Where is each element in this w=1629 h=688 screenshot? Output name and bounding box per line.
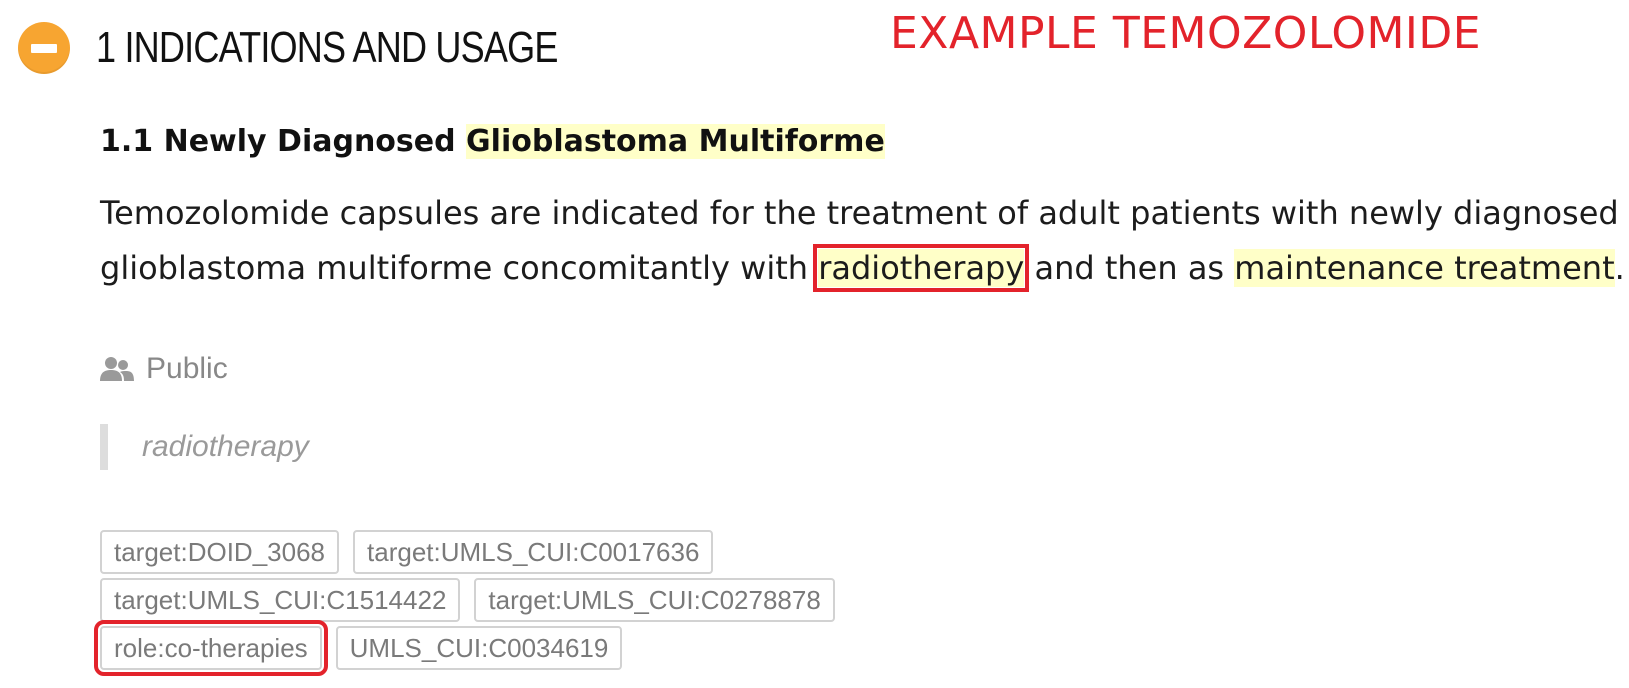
tag-role-co-therapies[interactable]: role:co-therapies	[94, 620, 328, 676]
tag-row: role:co-therapies UMLS_CUI:C0034619	[94, 620, 900, 676]
highlight-maintenance-treatment[interactable]: maintenance treatment	[1234, 249, 1615, 287]
paragraph-line-2: glioblastoma multiforme concomitantly wi…	[100, 241, 1625, 296]
paragraph-line-2-end: .	[1614, 249, 1625, 287]
quote-text: radiotherapy	[142, 430, 309, 463]
tag-target-umls-c1514422[interactable]: target:UMLS_CUI:C1514422	[100, 578, 461, 622]
annotation-tags: target:DOID_3068 target:UMLS_CUI:C001763…	[94, 530, 900, 676]
users-icon	[100, 355, 134, 383]
paragraph-line-2-middle: and then as	[1024, 249, 1235, 287]
subsection-title: 1.1 Newly Diagnosed Glioblastoma Multifo…	[100, 124, 885, 159]
annotation-visibility: Public	[100, 352, 228, 386]
tag-umls-c0034619[interactable]: UMLS_CUI:C0034619	[335, 626, 623, 670]
example-label: EXAMPLE TEMOZOLOMIDE	[890, 8, 1482, 59]
tag-target-umls-c0278878[interactable]: target:UMLS_CUI:C0278878	[474, 578, 835, 622]
tag-row: target:UMLS_CUI:C1514422 target:UMLS_CUI…	[100, 578, 900, 622]
tag-target-doid[interactable]: target:DOID_3068	[100, 530, 340, 574]
tag-target-umls-c0017636[interactable]: target:UMLS_CUI:C0017636	[353, 530, 714, 574]
minus-circle-icon[interactable]	[18, 22, 70, 74]
highlight-glioblastoma-multiforme[interactable]: Glioblastoma Multiforme	[466, 124, 885, 159]
visibility-label: Public	[146, 352, 228, 385]
section-title: 1 INDICATIONS AND USAGE	[96, 23, 558, 72]
minus-bar	[31, 43, 57, 53]
indication-paragraph: Temozolomide capsules are indicated for …	[100, 186, 1625, 296]
paragraph-line-2-start: glioblastoma multiforme concomitantly wi…	[100, 249, 819, 287]
section-header: 1 INDICATIONS AND USAGE	[18, 18, 659, 78]
annotation-quote: radiotherapy	[100, 424, 309, 470]
paragraph-line-1: Temozolomide capsules are indicated for …	[100, 194, 1619, 232]
tag-row: target:DOID_3068 target:UMLS_CUI:C001763…	[100, 530, 900, 574]
highlight-radiotherapy[interactable]: radiotherapy	[813, 244, 1030, 292]
subsection-title-prefix: 1.1 Newly Diagnosed	[100, 124, 467, 159]
